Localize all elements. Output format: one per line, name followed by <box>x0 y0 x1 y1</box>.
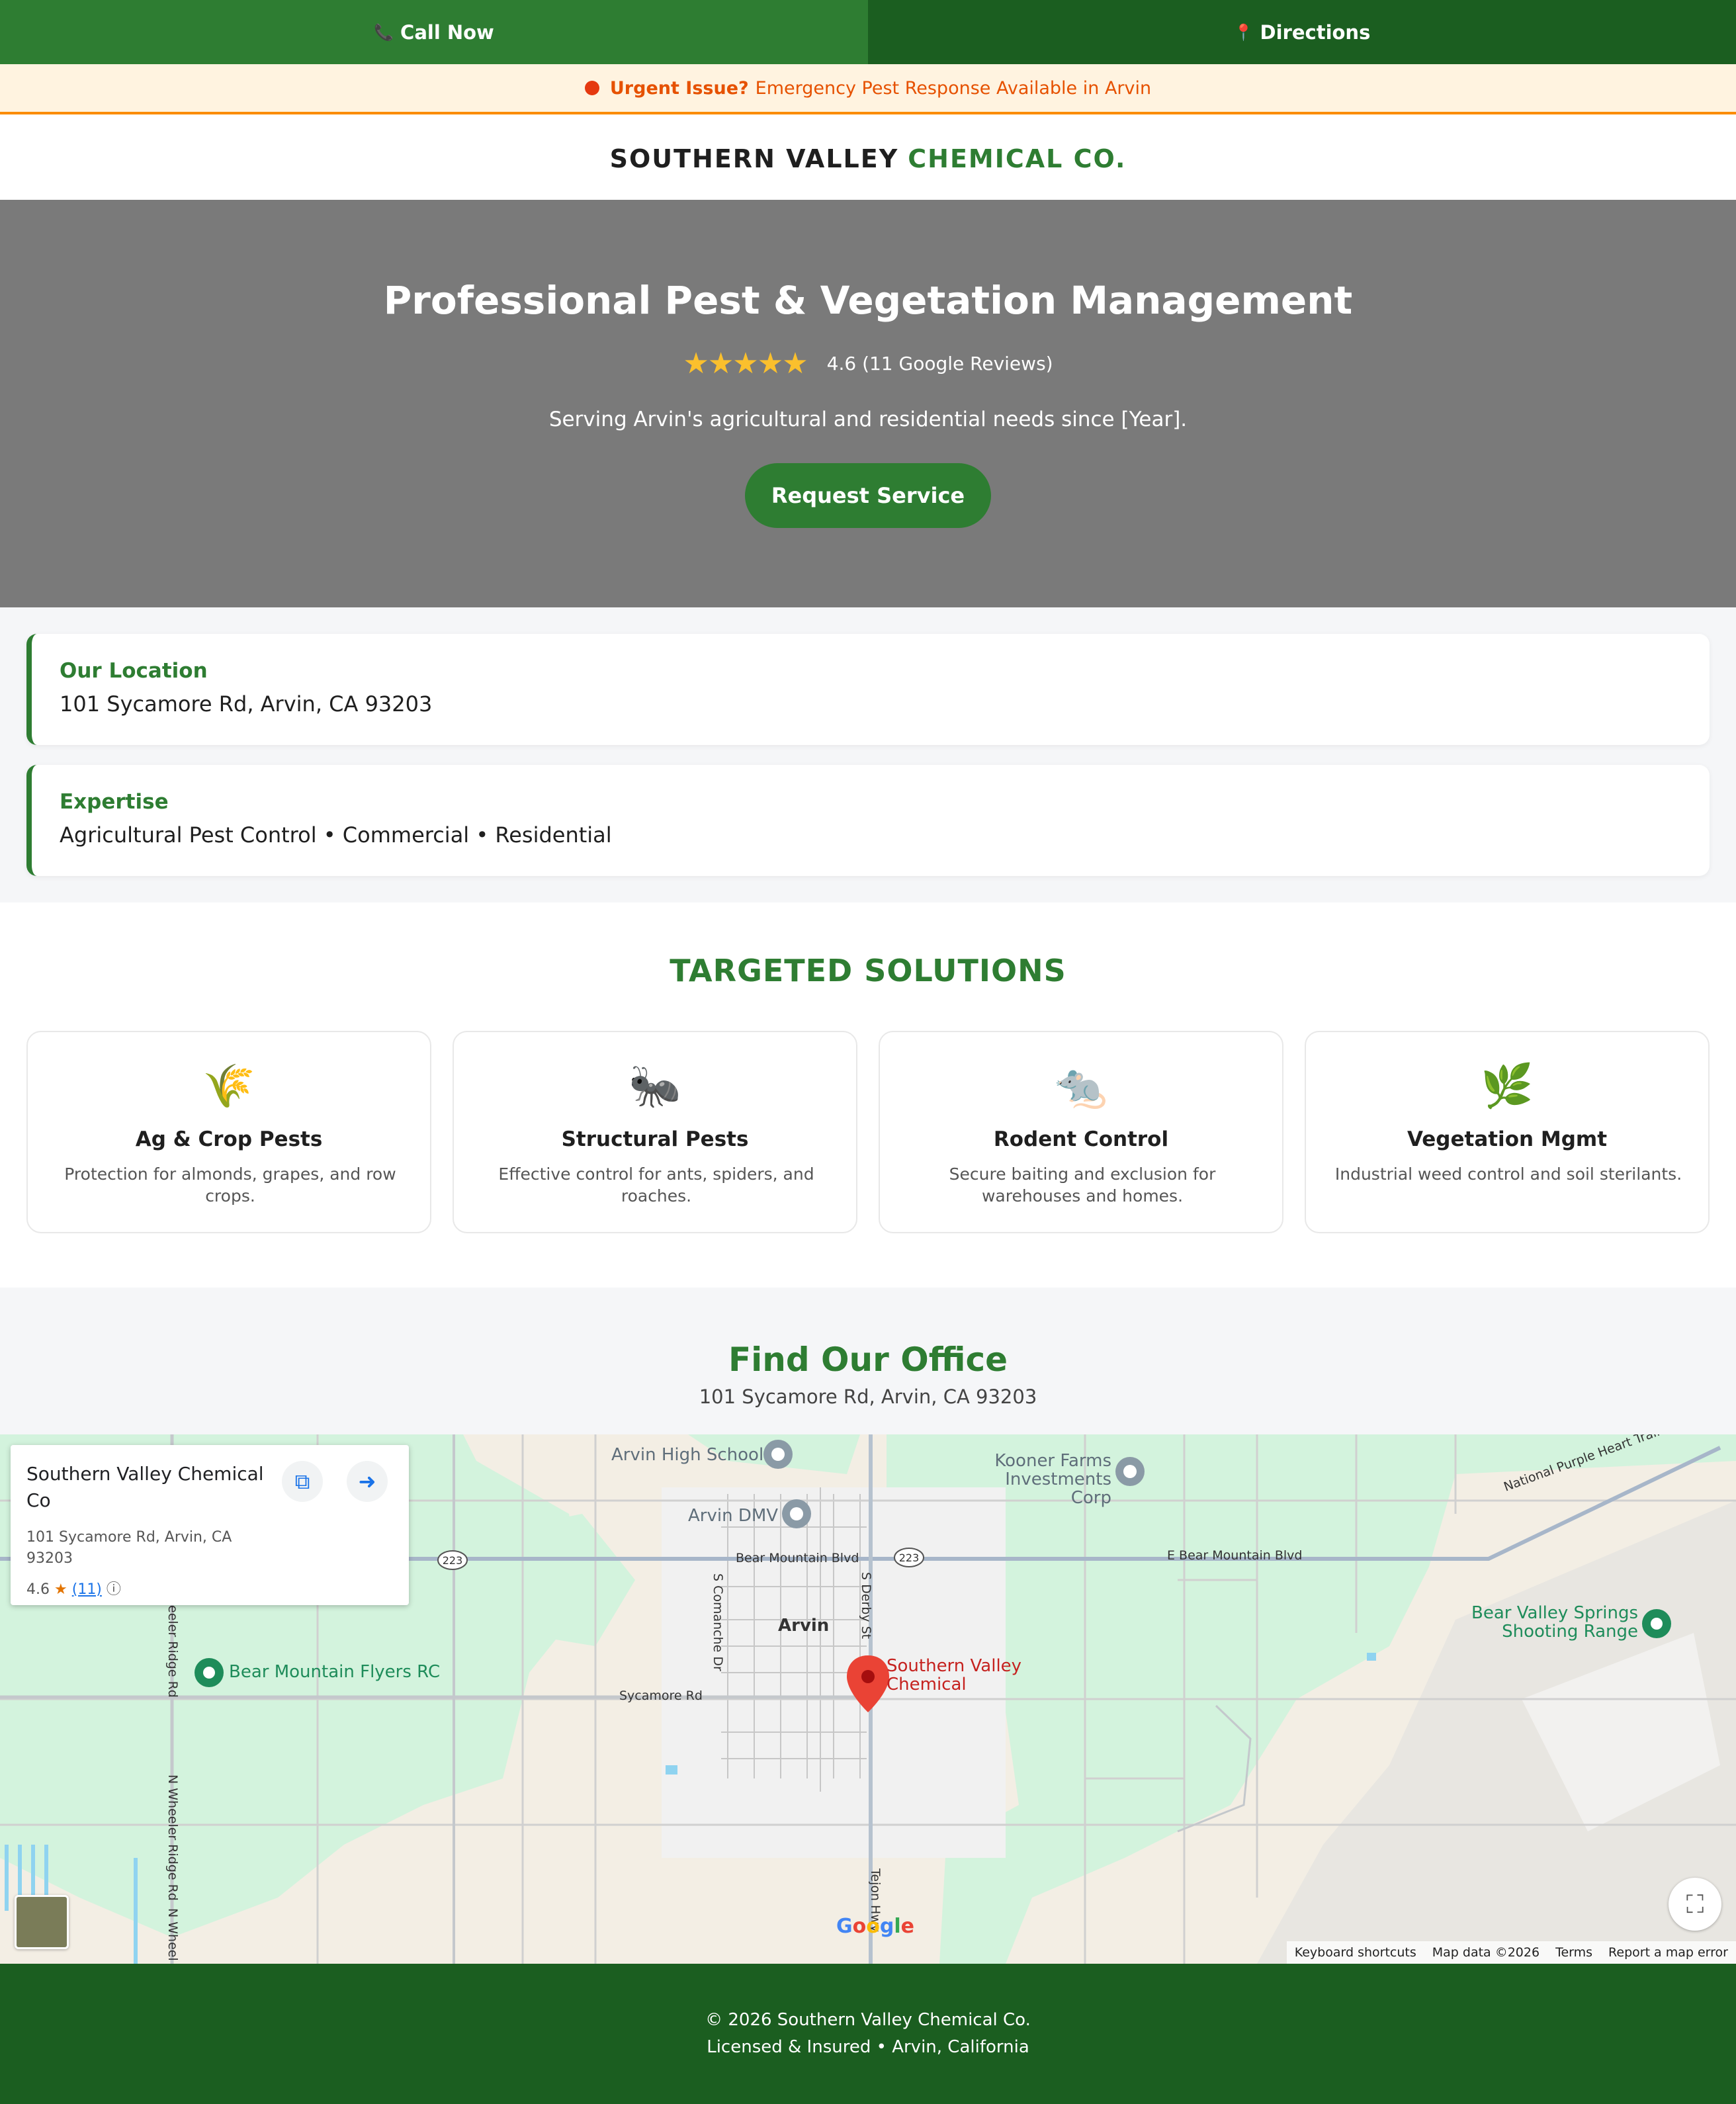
wheat-icon: 🌾 <box>202 1062 255 1111</box>
office-section: Find Our Office 101 Sycamore Rd, Arvin, … <box>0 1288 1736 1434</box>
map-label-kooner[interactable]: Kooner Farms Investments Corp <box>966 1452 1111 1507</box>
expertise-value: Agricultural Pest Control • Commercial •… <box>60 822 612 848</box>
directions-icon[interactable]: ➜ <box>347 1461 388 1502</box>
solution-desc: Protection for almonds, grapes, and row … <box>64 1164 396 1205</box>
info-section: Our Location 101 Sycamore Rd, Arvin, CA … <box>0 607 1736 902</box>
map-label-bear-flyers[interactable]: Bear Mountain Flyers RC <box>229 1662 440 1682</box>
map-data-text: Map data ©2026 <box>1432 1945 1540 1960</box>
embedded-map[interactable]: 223 223 Arvin High School Kooner Farms I… <box>0 1434 1736 1964</box>
solution-card-structural: 🐜 Structural Pests Effective control for… <box>453 1031 857 1233</box>
svg-text:223: 223 <box>899 1552 920 1564</box>
rating-stars-icon: ★★★★★ <box>683 347 808 380</box>
info-icon[interactable]: ⓘ <box>107 1581 121 1598</box>
map-road-s-comanche: S Comanche Dr <box>711 1573 725 1671</box>
solution-title: Structural Pests <box>561 1127 749 1151</box>
location-label: Our Location <box>60 659 208 683</box>
place-address: 101 Sycamore Rd, Arvin, CA 93203 <box>26 1529 232 1567</box>
solutions-title: TARGETED SOLUTIONS <box>670 953 1066 988</box>
place-rating-value: 4.6 <box>26 1581 50 1598</box>
map-label-bear-valley[interactable]: Bear Valley Springs Shooting Range <box>1469 1604 1638 1641</box>
solution-desc: Effective control for ants, spiders, and… <box>498 1164 814 1205</box>
herb-icon: 🌿 <box>1481 1062 1534 1111</box>
hero-title: Professional Pest & Vegetation Managemen… <box>383 278 1353 323</box>
directions-button[interactable]: 📍 Directions <box>868 0 1736 64</box>
solution-card-vegetation: 🌿 Vegetation Mgmt Industrial weed contro… <box>1305 1031 1710 1233</box>
footer-license: Licensed & Insured • Arvin, California <box>707 2037 1029 2057</box>
hero-rating: ★★★★★ 4.6 (11 Google Reviews) <box>0 347 1736 380</box>
map-road-wheeler-far: N Wheel <box>165 1908 180 1961</box>
office-title: Find Our Office <box>728 1340 1008 1379</box>
brand-logo[interactable]: SOUTHERN VALLEY CHEMICAL CO. <box>0 117 1736 200</box>
place-review-count[interactable]: (11) <box>72 1581 102 1598</box>
map-road-sycamore: Sycamore Rd <box>619 1688 703 1703</box>
hero-section: Professional Pest & Vegetation Managemen… <box>0 200 1736 607</box>
map-road-e-bear-mtn: E Bear Mountain Blvd <box>1167 1548 1303 1563</box>
google-logo: Google <box>836 1915 915 1938</box>
urgent-bold: Urgent Issue? <box>609 77 749 99</box>
solution-card-ag: 🌾 Ag & Crop Pests Protection for almonds… <box>26 1031 431 1233</box>
brand-name-dark: SOUTHERN VALLEY <box>609 144 899 173</box>
rat-icon: 🐀 <box>1055 1062 1107 1111</box>
top-action-bar: 📞 Call Now 📍 Directions <box>0 0 1736 64</box>
rating-text: 4.6 (11 Google Reviews) <box>826 353 1053 374</box>
site-footer: © 2026 Southern Valley Chemical Co. Lice… <box>0 1964 1736 2104</box>
expertise-card: Expertise Agricultural Pest Control • Co… <box>26 765 1710 876</box>
map-label-arvin-high[interactable]: Arvin High School <box>611 1445 763 1465</box>
hero-subtitle: Serving Arvin's agricultural and residen… <box>548 408 1188 431</box>
solution-desc: Industrial weed control and soil sterila… <box>1334 1164 1682 1184</box>
solution-card-rodent: 🐀 Rodent Control Secure baiting and excl… <box>879 1031 1283 1233</box>
office-address: 101 Sycamore Rd, Arvin, CA 93203 <box>699 1385 1037 1408</box>
place-rating: 4.6 ★ (11) ⓘ <box>26 1577 121 1599</box>
location-card: Our Location 101 Sycamore Rd, Arvin, CA … <box>26 634 1710 745</box>
phone-icon: 📞 <box>374 22 394 42</box>
keyboard-shortcuts-link[interactable]: Keyboard shortcuts <box>1295 1945 1416 1960</box>
call-now-button[interactable]: 📞 Call Now <box>0 0 868 64</box>
map-road-s-derby: S Derby St <box>859 1572 873 1640</box>
directions-label: Directions <box>1260 21 1371 44</box>
map-label-town: Arvin <box>778 1616 830 1636</box>
map-road-wheeler-bottom: N Wheeler Ridge Rd <box>165 1775 180 1901</box>
report-error-link[interactable]: Report a map error <box>1608 1945 1728 1960</box>
map-road-wheeler-top: heeler Ridge Rd <box>165 1597 180 1698</box>
terms-link[interactable]: Terms <box>1555 1945 1592 1960</box>
map-pin-label[interactable]: Southern Valley Chemical <box>887 1657 1032 1694</box>
place-name[interactable]: Southern Valley Chemical Co <box>26 1461 278 1514</box>
map-place-card: Southern Valley Chemical Co 101 Sycamore… <box>11 1445 409 1605</box>
map-road-bear-mtn: Bear Mountain Blvd <box>736 1551 859 1565</box>
satellite-toggle-button[interactable] <box>15 1895 69 1949</box>
location-value: 101 Sycamore Rd, Arvin, CA 93203 <box>60 691 433 717</box>
open-external-icon[interactable]: ⧉ <box>282 1461 323 1502</box>
solution-desc: Secure baiting and exclusion for warehou… <box>949 1164 1216 1205</box>
footer-copyright: © 2026 Southern Valley Chemical Co. <box>705 2010 1031 2030</box>
brand-name-green: CHEMICAL CO. <box>908 144 1127 173</box>
map-label-arvin-dmv[interactable]: Arvin DMV <box>688 1506 778 1526</box>
ant-icon: 🐜 <box>629 1062 681 1111</box>
map-footer: Keyboard shortcuts Map data ©2026 Terms … <box>1286 1941 1736 1964</box>
solution-title: Vegetation Mgmt <box>1407 1127 1608 1151</box>
urgent-text: Emergency Pest Response Available in Arv… <box>755 77 1152 99</box>
urgent-banner: Urgent Issue? Emergency Pest Response Av… <box>0 64 1736 114</box>
pin-icon: 📍 <box>1233 22 1254 42</box>
fullscreen-icon[interactable]: ⛶ <box>1669 1878 1721 1931</box>
request-service-button[interactable]: Request Service <box>745 463 991 528</box>
star-icon: ★ <box>54 1581 67 1598</box>
solution-title: Rodent Control <box>993 1127 1169 1151</box>
solution-title: Ag & Crop Pests <box>135 1127 323 1151</box>
expertise-label: Expertise <box>60 790 169 814</box>
call-now-label: Call Now <box>400 21 494 44</box>
alert-dot-icon <box>584 81 599 95</box>
svg-text:223: 223 <box>443 1554 463 1567</box>
